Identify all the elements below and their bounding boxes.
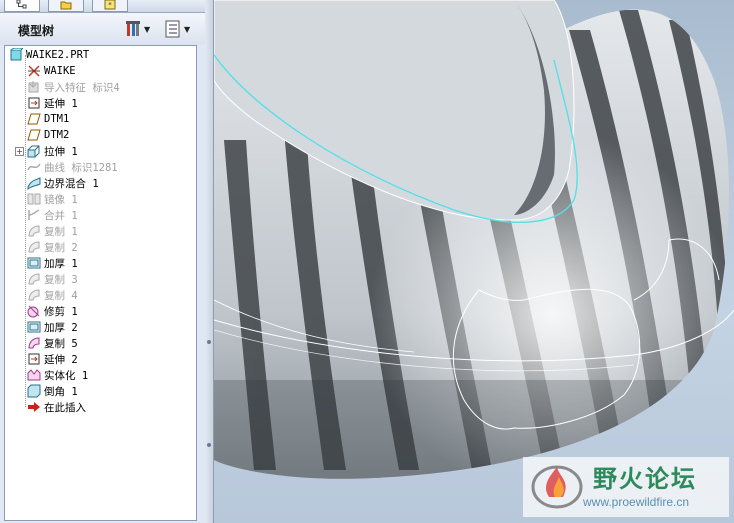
tree-guide-line bbox=[25, 55, 26, 407]
splitter-grip-icon bbox=[207, 443, 211, 447]
tree-item-dtm1[interactable]: DTM1 bbox=[27, 111, 69, 127]
tree-item-extend-1[interactable]: 延伸 1 bbox=[27, 95, 78, 111]
tree-item-extrude-1[interactable]: 拉伸 1 bbox=[27, 143, 78, 159]
tree-item-label: 延伸 1 bbox=[44, 97, 78, 110]
tree-item-waike[interactable]: WAIKE bbox=[27, 63, 76, 79]
tree-item-label: 加厚 2 bbox=[44, 321, 78, 334]
star-icon: * bbox=[104, 0, 116, 10]
tab-folder-browser[interactable] bbox=[48, 0, 84, 12]
tree-item-boundary-blend-1[interactable]: 边界混合 1 bbox=[27, 175, 99, 191]
tree-item-label: 复制 2 bbox=[44, 241, 78, 254]
tree-item-label: 延伸 2 bbox=[44, 353, 78, 366]
tree-item-label: 镜像 1 bbox=[44, 193, 78, 206]
tree-item-label: 倒角 1 bbox=[44, 385, 78, 398]
extend-icon bbox=[28, 97, 40, 109]
copy-icon bbox=[28, 225, 40, 237]
tree-root-label: WAIKE2.PRT bbox=[26, 49, 90, 61]
chevron-down-icon: ▼ bbox=[144, 24, 151, 34]
tree-item-label: WAIKE bbox=[44, 65, 76, 77]
copy-icon bbox=[28, 289, 40, 301]
tree-show-button[interactable]: ▼ bbox=[164, 19, 190, 39]
tree-item-chamfer-1[interactable]: 倒角 1 bbox=[27, 383, 78, 399]
curve-icon bbox=[27, 163, 41, 171]
tab-model-tree[interactable] bbox=[4, 0, 40, 12]
svg-text:*: * bbox=[108, 1, 112, 9]
copy-icon bbox=[28, 241, 40, 253]
tree-item-copy-1[interactable]: 复制 1 bbox=[27, 223, 78, 239]
part-icon bbox=[10, 48, 23, 61]
model-render bbox=[214, 0, 734, 479]
merge-icon bbox=[28, 209, 40, 220]
insert-arrow-icon bbox=[28, 402, 40, 412]
tree-item-label: DTM1 bbox=[44, 113, 70, 125]
expand-toggle[interactable]: + bbox=[15, 147, 24, 156]
tree-item-copy-3[interactable]: 复制 3 bbox=[27, 271, 78, 287]
tree-item-solidify-1[interactable]: 实体化 1 bbox=[27, 367, 88, 383]
splitter-grip-icon bbox=[207, 340, 211, 344]
watermark-title: 野火论坛 bbox=[593, 465, 697, 493]
model-tree-panel: * 模型树 ▼ ▼ WAIKE2.PRT WAIKE 导入特征 标识4 延伸 1… bbox=[0, 0, 206, 523]
tree-item-label: 实体化 1 bbox=[44, 369, 89, 382]
tab-favorites[interactable]: * bbox=[92, 0, 128, 12]
list-icon bbox=[165, 20, 180, 38]
csys-icon bbox=[28, 65, 40, 77]
navigator-tabs: * bbox=[0, 0, 205, 13]
tree-item-extend-2[interactable]: 延伸 2 bbox=[27, 351, 78, 367]
tree-item-curve[interactable]: 曲线 标识1281 bbox=[27, 159, 118, 175]
chevron-down-icon: ▼ bbox=[184, 24, 191, 34]
tree-item-label: 边界混合 1 bbox=[44, 177, 99, 190]
tree-item-copy-4[interactable]: 复制 4 bbox=[27, 287, 78, 303]
copy-icon bbox=[28, 337, 40, 349]
tree-item-label: 复制 3 bbox=[44, 273, 78, 286]
tree-item-label: 复制 1 bbox=[44, 225, 78, 238]
chamfer-icon bbox=[27, 384, 41, 398]
thicken-icon bbox=[27, 321, 41, 333]
tree-item-copy-2[interactable]: 复制 2 bbox=[27, 239, 78, 255]
model-tree: WAIKE2.PRT WAIKE 导入特征 标识4 延伸 1 DTM1 DTM2… bbox=[4, 45, 197, 521]
tree-item-thicken-1[interactable]: 加厚 1 bbox=[27, 255, 78, 271]
trim-icon bbox=[27, 305, 40, 318]
tree-item-insert-here[interactable]: 在此插入 bbox=[27, 399, 86, 415]
tree-item-label: 拉伸 1 bbox=[44, 145, 78, 158]
thicken-icon bbox=[27, 257, 41, 269]
extend-icon bbox=[28, 353, 40, 365]
tree-structure-icon bbox=[16, 0, 27, 9]
tree-item-merge-1[interactable]: 合并 1 bbox=[27, 207, 78, 223]
tree-header: 模型树 ▼ ▼ bbox=[0, 13, 205, 45]
watermark-url: www.proewildfire.cn bbox=[583, 495, 690, 509]
tree-item-label: 在此插入 bbox=[44, 401, 86, 414]
tree-item-trim-1[interactable]: 修剪 1 bbox=[27, 303, 78, 319]
flame-logo-icon bbox=[531, 465, 583, 509]
datum-plane-icon bbox=[27, 129, 41, 141]
tools-icon bbox=[126, 21, 140, 36]
graphics-viewport[interactable] bbox=[214, 0, 734, 523]
solidify-icon bbox=[27, 369, 41, 381]
panel-title: 模型树 bbox=[18, 24, 55, 38]
tree-item-thicken-2[interactable]: 加厚 2 bbox=[27, 319, 78, 335]
boundary-blend-icon bbox=[27, 177, 41, 190]
copy-icon bbox=[28, 273, 40, 285]
tree-item-label: DTM2 bbox=[44, 129, 70, 141]
datum-plane-icon bbox=[27, 113, 41, 125]
tree-item-label: 修剪 1 bbox=[44, 305, 78, 318]
tree-item-label: 合并 1 bbox=[44, 209, 78, 222]
tree-item-label: 导入特征 标识4 bbox=[44, 81, 120, 94]
tree-item-import-feature[interactable]: 导入特征 标识4 bbox=[27, 79, 120, 95]
folder-icon bbox=[60, 1, 72, 10]
tree-settings-button[interactable]: ▼ bbox=[124, 19, 150, 39]
tree-item-dtm2[interactable]: DTM2 bbox=[27, 127, 69, 143]
tree-item-label: 曲线 标识1281 bbox=[44, 161, 118, 174]
forum-watermark: 野火论坛 www.proewildfire.cn bbox=[523, 457, 729, 517]
tree-item-mirror-1[interactable]: 镜像 1 bbox=[27, 191, 78, 207]
tree-item-copy-5[interactable]: 复制 5 bbox=[27, 335, 78, 351]
mirror-icon bbox=[27, 193, 41, 205]
tree-item-label: 加厚 1 bbox=[44, 257, 78, 270]
tree-root[interactable]: WAIKE2.PRT bbox=[9, 47, 89, 63]
extrude-icon bbox=[27, 145, 40, 158]
import-icon bbox=[28, 81, 39, 93]
tree-item-label: 复制 5 bbox=[44, 337, 78, 350]
panel-splitter[interactable] bbox=[205, 0, 214, 523]
tree-item-label: 复制 4 bbox=[44, 289, 78, 302]
